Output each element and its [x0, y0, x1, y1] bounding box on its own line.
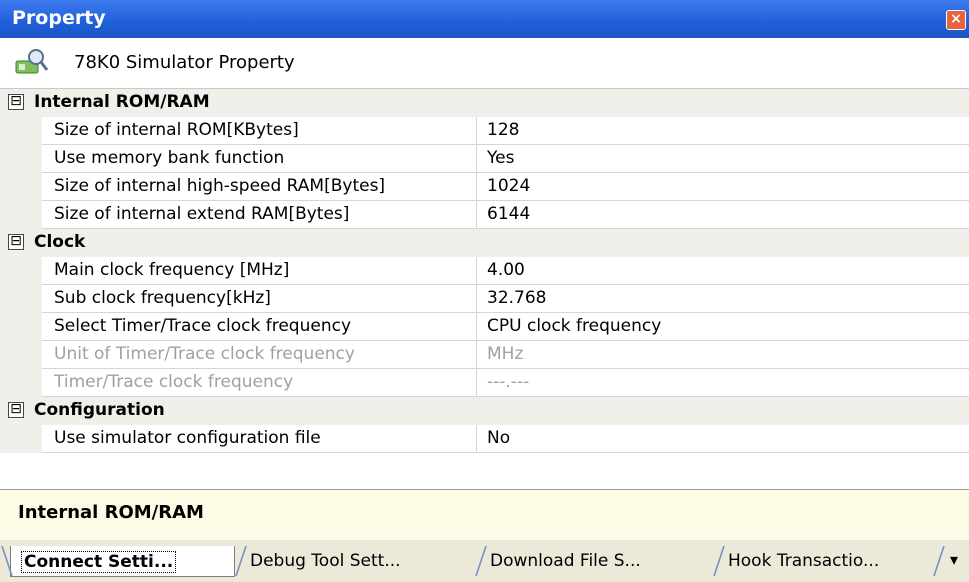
- property-grid: ⊟ Internal ROM/RAM Size of internal ROM[…: [0, 89, 969, 489]
- row-indent: [0, 425, 42, 453]
- tab-connect-settings[interactable]: Connect Setti...: [10, 546, 235, 577]
- property-description: Internal ROM/RAM: [0, 489, 969, 541]
- property-value-cell: ---.---: [477, 369, 969, 397]
- title-bar[interactable]: Property ×: [0, 0, 969, 38]
- property-name-cell: Size of internal high-speed RAM[Bytes]: [42, 173, 477, 201]
- row-indent: [0, 117, 42, 145]
- property-row[interactable]: Size of internal ROM[KBytes] 128: [0, 117, 969, 145]
- property-value: CPU clock frequency: [487, 316, 662, 336]
- tab-label: Connect Setti...: [21, 551, 177, 573]
- property-value-cell[interactable]: 6144: [477, 201, 969, 229]
- property-value: ---.---: [487, 372, 530, 392]
- property-value-cell[interactable]: 32.768: [477, 285, 969, 313]
- row-indent: [0, 145, 42, 173]
- category-label: Clock: [34, 232, 86, 252]
- property-value: 128: [487, 120, 520, 140]
- property-row[interactable]: Use simulator configuration file No: [0, 425, 969, 453]
- property-name-cell: Size of internal ROM[KBytes]: [42, 117, 477, 145]
- collapse-icon[interactable]: ⊟: [8, 94, 24, 110]
- property-row-disabled: Timer/Trace clock frequency ---.---: [0, 369, 969, 397]
- property-value-cell[interactable]: 4.00: [477, 257, 969, 285]
- row-indent: [0, 341, 42, 369]
- property-row[interactable]: Use memory bank function Yes: [0, 145, 969, 173]
- window-title: Property: [12, 7, 106, 29]
- property-heading-label: 78K0 Simulator Property: [74, 52, 295, 73]
- property-row[interactable]: Size of internal high-speed RAM[Bytes] 1…: [0, 173, 969, 201]
- tab-label: Download File S...: [490, 551, 641, 571]
- property-value: No: [487, 428, 511, 448]
- row-indent: [0, 313, 42, 341]
- row-indent: [0, 201, 42, 229]
- row-indent: [0, 257, 42, 285]
- tab-download-file-settings[interactable]: Download File S...: [480, 546, 712, 576]
- row-indent: [0, 285, 42, 313]
- property-name: Use memory bank function: [54, 148, 285, 168]
- simulator-property-icon: [15, 49, 49, 74]
- property-name-cell: Timer/Trace clock frequency: [42, 369, 477, 397]
- property-name-cell: Size of internal extend RAM[Bytes]: [42, 201, 477, 229]
- property-value: Yes: [487, 148, 515, 168]
- tab-debug-tool-settings[interactable]: Debug Tool Sett...: [240, 546, 472, 576]
- property-name-cell: Sub clock frequency[kHz]: [42, 285, 477, 313]
- property-value-cell[interactable]: CPU clock frequency: [477, 313, 969, 341]
- tab-separator: [1, 546, 13, 576]
- property-value-cell[interactable]: Yes: [477, 145, 969, 173]
- property-row[interactable]: Size of internal extend RAM[Bytes] 6144: [0, 201, 969, 229]
- property-row-disabled: Unit of Timer/Trace clock frequency MHz: [0, 341, 969, 369]
- property-name-cell: Main clock frequency [MHz]: [42, 257, 477, 285]
- property-value-cell[interactable]: 128: [477, 117, 969, 145]
- property-value-cell: MHz: [477, 341, 969, 369]
- property-value-cell[interactable]: 1024: [477, 173, 969, 201]
- close-icon[interactable]: ×: [946, 10, 966, 30]
- property-row[interactable]: Select Timer/Trace clock frequency CPU c…: [0, 313, 969, 341]
- tab-hook-transaction-settings[interactable]: Hook Transactio...: [718, 546, 938, 576]
- tab-label: Hook Transactio...: [728, 551, 880, 571]
- property-value: 1024: [487, 176, 531, 196]
- row-indent: [0, 369, 42, 397]
- property-name-cell: Select Timer/Trace clock frequency: [42, 313, 477, 341]
- property-name: Main clock frequency [MHz]: [54, 260, 290, 280]
- category-clock[interactable]: ⊟ Clock: [0, 229, 969, 257]
- property-name: Use simulator configuration file: [54, 428, 321, 448]
- property-value: MHz: [487, 344, 524, 364]
- category-internal-rom-ram[interactable]: ⊟ Internal ROM/RAM: [0, 89, 969, 117]
- property-name-cell: Use memory bank function: [42, 145, 477, 173]
- category-label: Configuration: [34, 400, 165, 420]
- category-label: Internal ROM/RAM: [34, 92, 210, 112]
- property-panel: Property × 78K0 Simulator Property ⊟ Int…: [0, 0, 969, 582]
- property-row[interactable]: Main clock frequency [MHz] 4.00: [0, 257, 969, 285]
- row-indent: [0, 173, 42, 201]
- property-heading: 78K0 Simulator Property: [0, 38, 969, 89]
- property-row[interactable]: Sub clock frequency[kHz] 32.768: [0, 285, 969, 313]
- property-name-cell: Unit of Timer/Trace clock frequency: [42, 341, 477, 369]
- property-name-cell: Use simulator configuration file: [42, 425, 477, 453]
- property-value: 6144: [487, 204, 531, 224]
- property-value: 32.768: [487, 288, 547, 308]
- property-name: Size of internal extend RAM[Bytes]: [54, 204, 350, 224]
- property-name: Select Timer/Trace clock frequency: [54, 316, 352, 336]
- category-configuration[interactable]: ⊟ Configuration: [0, 397, 969, 425]
- property-name: Size of internal high-speed RAM[Bytes]: [54, 176, 386, 196]
- collapse-icon[interactable]: ⊟: [8, 402, 24, 418]
- property-name: Size of internal ROM[KBytes]: [54, 120, 299, 140]
- tab-overflow-icon[interactable]: ▾: [950, 550, 958, 569]
- tab-label: Debug Tool Sett...: [250, 551, 401, 571]
- description-title: Internal ROM/RAM: [18, 502, 204, 523]
- property-name: Sub clock frequency[kHz]: [54, 288, 271, 308]
- tab-bar: Connect Setti... Debug Tool Sett... Down…: [0, 540, 969, 582]
- property-name: Timer/Trace clock frequency: [54, 372, 294, 392]
- property-value-cell[interactable]: No: [477, 425, 969, 453]
- tab-separator: [933, 546, 945, 576]
- property-name: Unit of Timer/Trace clock frequency: [54, 344, 355, 364]
- collapse-icon[interactable]: ⊟: [8, 234, 24, 250]
- property-value: 4.00: [487, 260, 525, 280]
